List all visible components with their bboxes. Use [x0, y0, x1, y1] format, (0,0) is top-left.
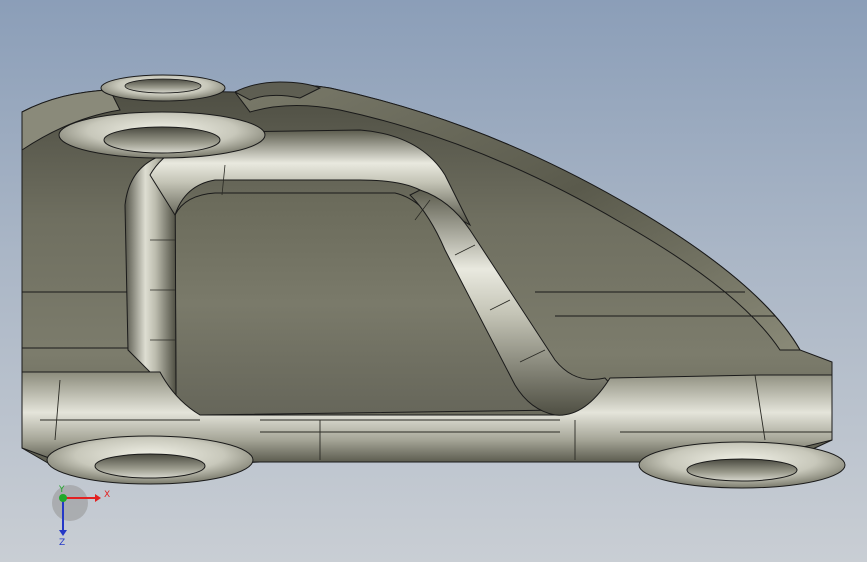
lower-right-boss — [638, 441, 846, 489]
cad-viewport[interactable]: X Y Z — [0, 0, 867, 562]
z-axis-label: Z — [59, 538, 65, 548]
y-axis-label: Y — [58, 485, 65, 495]
upper-left-boss — [58, 111, 266, 159]
lower-left-boss — [46, 435, 254, 485]
y-axis-arrow-icon — [59, 494, 67, 502]
x-axis-label: X — [104, 490, 110, 500]
coordinate-triad[interactable]: X Y Z — [52, 485, 110, 548]
z-axis-arrow-head-icon — [59, 530, 67, 536]
triad-origin-disc — [52, 485, 88, 521]
x-axis-arrow-head-icon — [95, 494, 101, 502]
